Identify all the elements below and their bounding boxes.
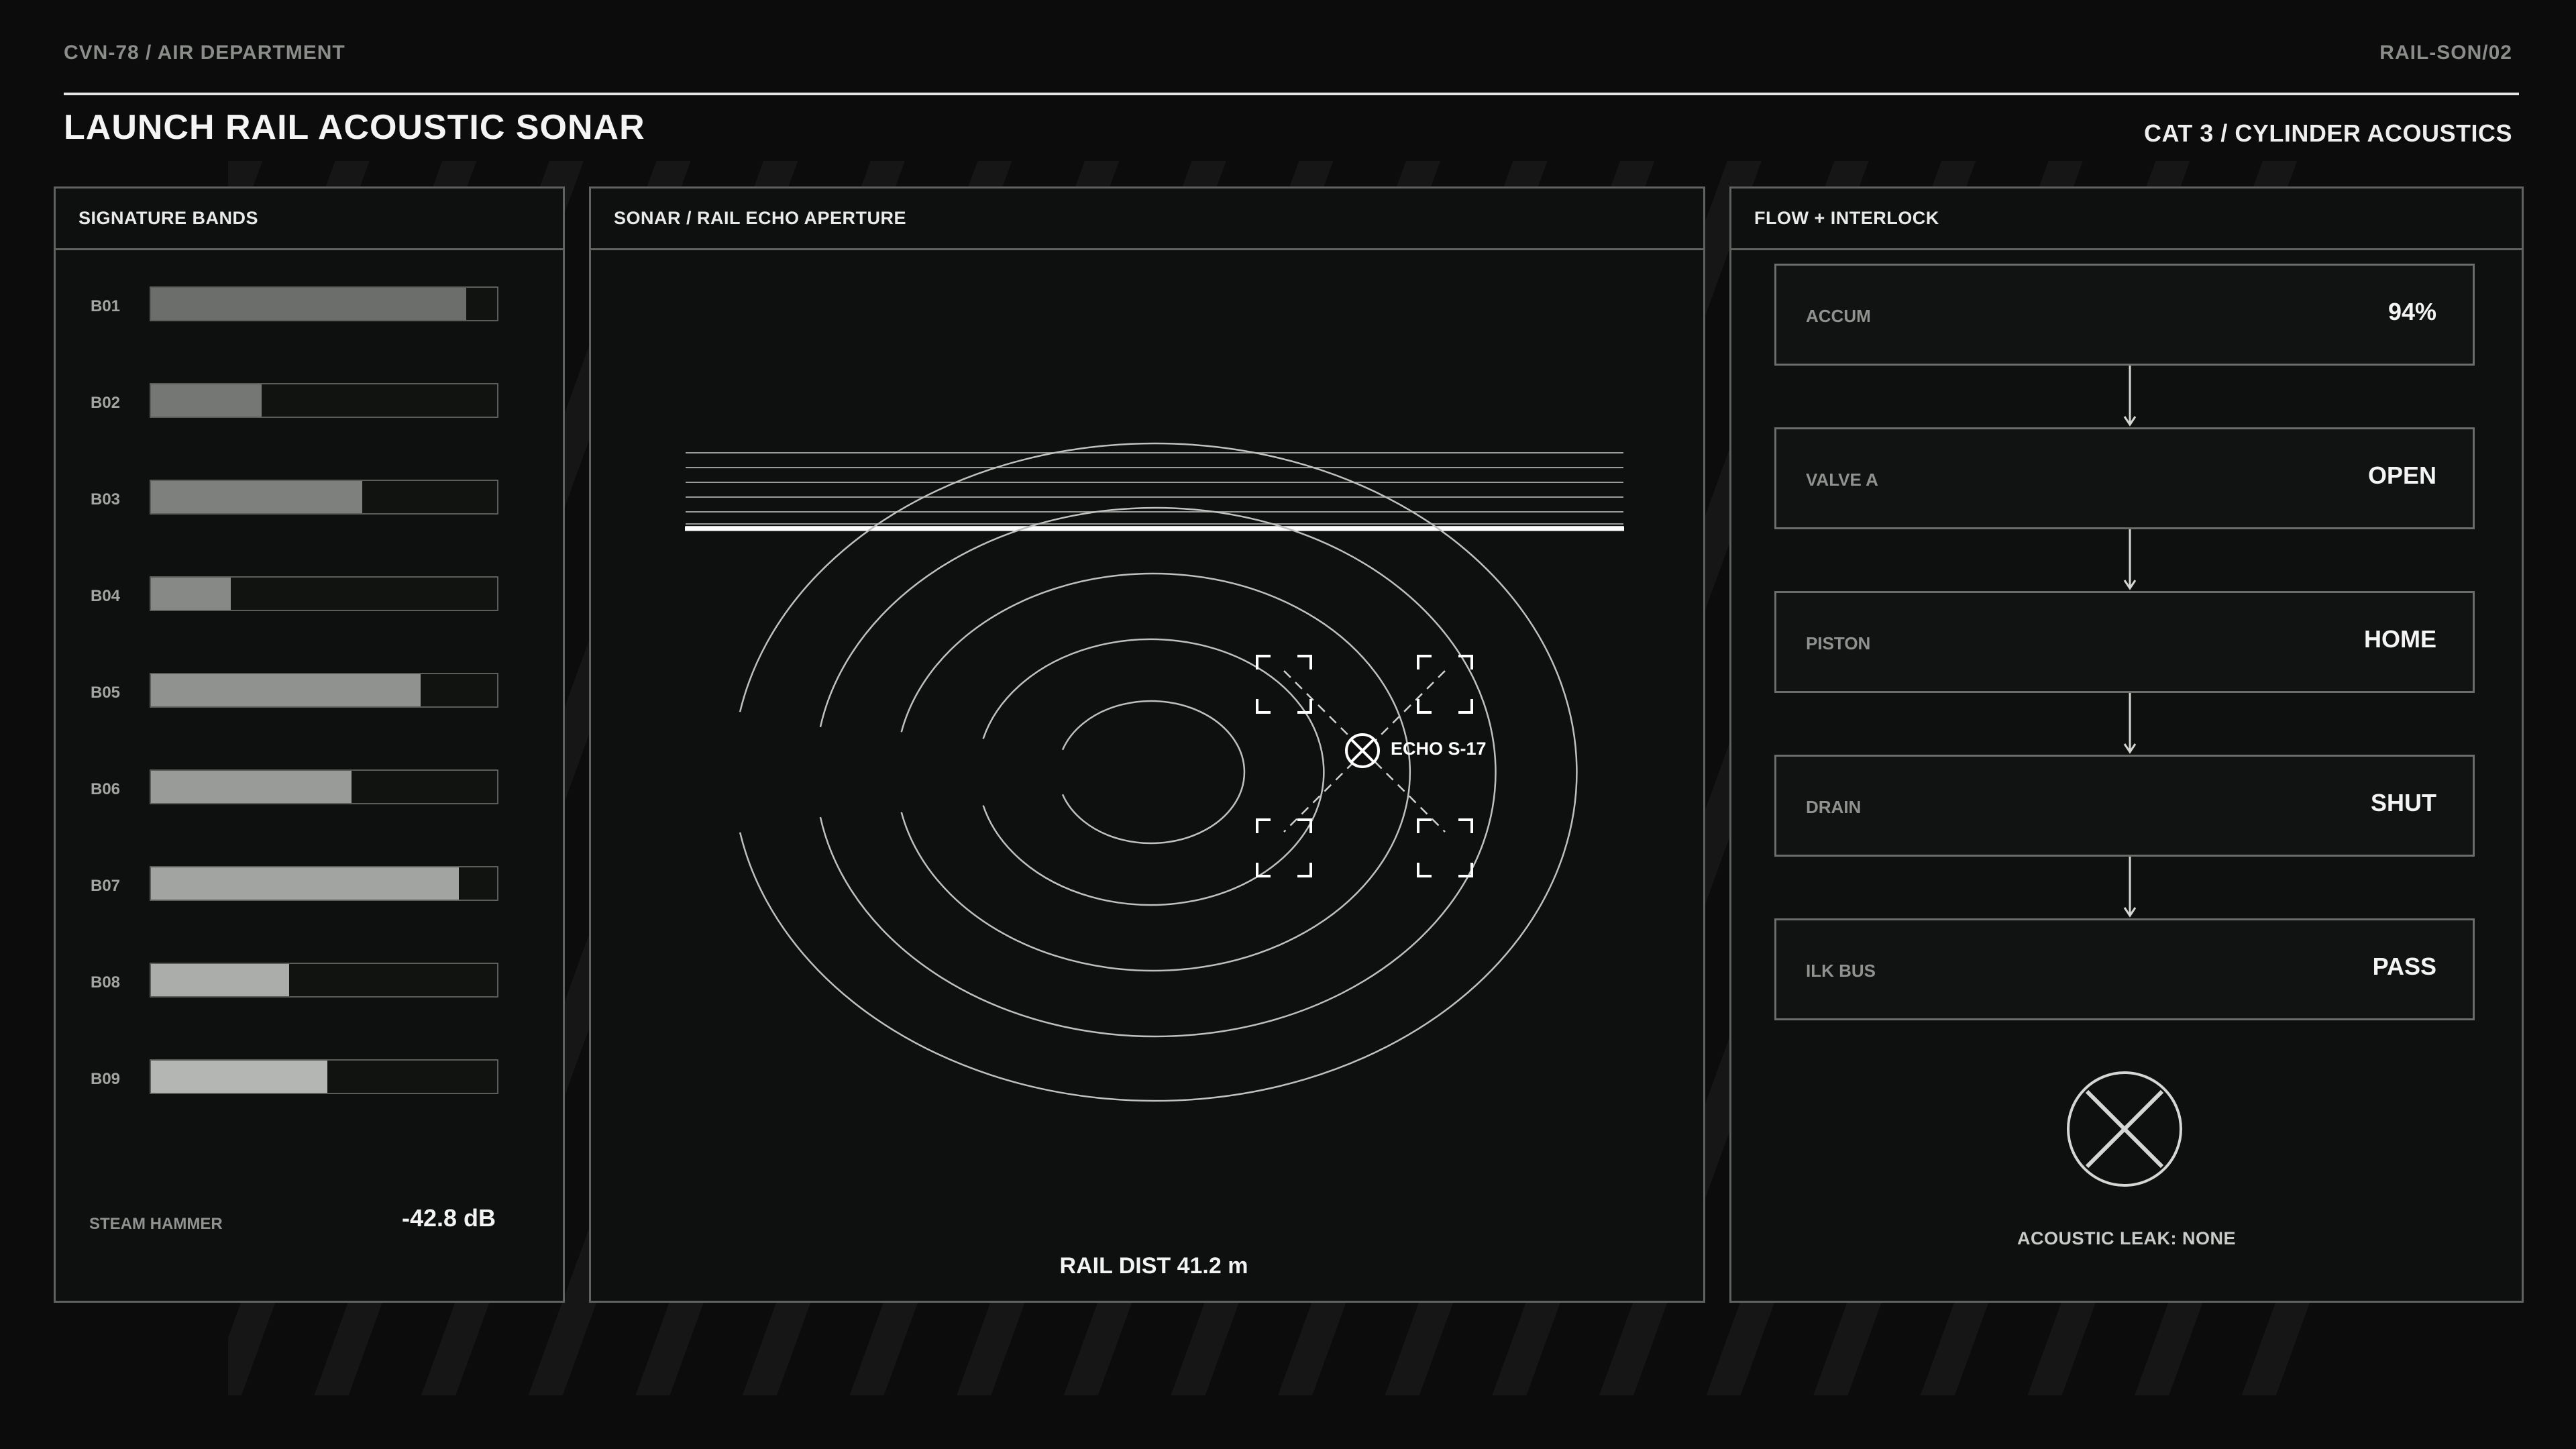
leak-status: ACOUSTIC LEAK: NONE [2017,1228,2236,1248]
band-label: B03 [91,490,121,508]
band-row-b08: B08 [56,963,563,1000]
sonar-display[interactable]: ECHO S-17 RAIL DIST 41.2 m [591,250,1703,1301]
band-label: B01 [91,297,121,315]
leak-status-icon [2067,1071,2182,1187]
band-label: B05 [91,684,121,702]
band-label: B09 [91,1070,121,1088]
flow-arrow-icon [2123,693,2137,754]
flow-step-value: SHUT [2371,789,2436,816]
band-meter-fill [151,288,466,320]
band-meter-fill [151,481,362,513]
band-meter-fill [151,1061,328,1093]
target-lock[interactable] [1256,655,1473,877]
flow-interlock-panel: FLOW + INTERLOCK ACCUM 94% VALVE A OPEN PIST… [1729,186,2524,1303]
flow-step-valve-a[interactable]: VALVE A OPEN [1774,427,2475,529]
flow-step-label: VALVE A [1806,470,1878,490]
band-label: B06 [91,780,121,798]
breadcrumb: CVN-78 / AIR DEPARTMENT [64,42,345,64]
flow-step-ilk-bus[interactable]: ILK BUS PASS [1774,918,2475,1020]
band-row-b04: B04 [56,576,563,614]
steam-hammer-label: STEAM HAMMER [89,1215,223,1233]
flow-step-label: PISTON [1806,633,1871,653]
flow-arrow-icon [2123,366,2137,427]
flow-step-accum[interactable]: ACCUM 94% [1774,264,2475,366]
band-meter-fill [151,384,262,417]
band-meter [150,963,498,998]
band-row-b06: B06 [56,769,563,807]
steam-hammer-value: -42.8 dB [401,1204,496,1232]
signature-bands-title: SIGNATURE BANDS [56,189,563,250]
band-meter [150,480,498,515]
band-label: B08 [91,973,121,991]
flow-arrow-icon [2123,529,2137,590]
echo-ring-5 [739,442,1578,1102]
band-row-b07: B07 [56,866,563,904]
flow-step-value: PASS [2372,953,2436,980]
flow-step-piston[interactable]: PISTON HOME [1774,591,2475,693]
flow-arrow-icon [2123,857,2137,918]
band-meter-fill [151,674,421,706]
page-subtitle: CAT 3 / CYLINDER ACOUSTICS [2143,119,2512,147]
band-row-b02: B02 [56,383,563,421]
flow-step-value: 94% [2387,298,2436,325]
header-rule [64,93,2519,95]
band-row-b05: B05 [56,673,563,710]
flow-step-label: ILK BUS [1806,961,1876,981]
flow-step-value: OPEN [2367,462,2436,489]
band-meter [150,576,498,611]
rail-distance: RAIL DIST 41.2 m [1060,1253,1248,1279]
echo-rings [739,442,1578,1102]
echo-ring-1 [1061,700,1246,845]
echo-ring-2 [982,638,1325,906]
band-meter [150,866,498,901]
band-meter [150,383,498,418]
flow-step-value: HOME [2364,625,2436,653]
band-row-b01: B01 [56,286,563,324]
band-meter [150,769,498,804]
rail-lines [686,452,1623,527]
echo-label: ECHO S-17 [1391,739,1487,759]
band-label: B04 [91,587,121,605]
page-title: LAUNCH RAIL ACOUSTIC SONAR [64,108,645,147]
flow-step-label: DRAIN [1806,797,1862,817]
band-label: B07 [91,877,121,895]
sonar-panel: SONAR / RAIL ECHO APERTURE ECHO S-17 RAI… [589,186,1705,1303]
band-meter-fill [151,964,290,996]
system-code: RAIL-SON/02 [2379,42,2512,64]
band-meter-fill [151,867,460,900]
band-meter [150,1059,498,1094]
echo-ring-3 [900,572,1411,972]
echo-ring-4 [819,506,1497,1038]
band-meter [150,286,498,321]
band-row-b09: B09 [56,1059,563,1097]
band-meter [150,673,498,708]
band-row-b03: B03 [56,480,563,517]
flow-step-drain[interactable]: DRAIN SHUT [1774,755,2475,857]
band-meter-fill [151,578,231,610]
signature-bands-panel: SIGNATURE BANDS B01 B02 B03 B04 B05 B06 B07 B08… [54,186,565,1303]
flow-step-label: ACCUM [1806,306,1871,326]
flow-title: FLOW + INTERLOCK [1731,189,2522,250]
sonar-title: SONAR / RAIL ECHO APERTURE [591,189,1703,250]
echo-target-icon[interactable] [1345,733,1380,768]
band-label: B02 [91,394,121,412]
band-meter-fill [151,771,352,803]
